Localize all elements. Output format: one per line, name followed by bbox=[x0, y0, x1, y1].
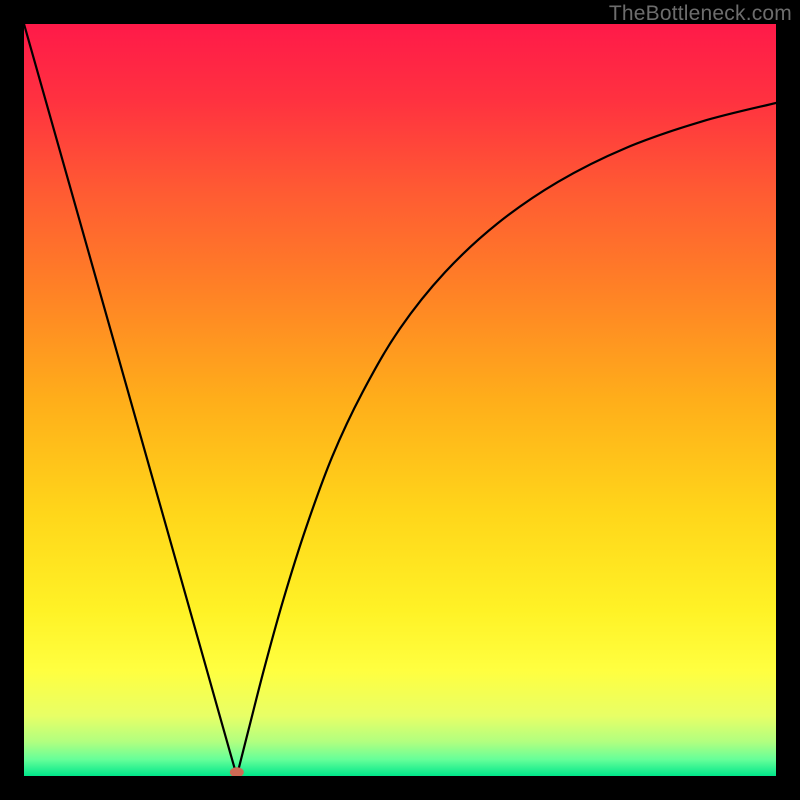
watermark-text: TheBottleneck.com bbox=[609, 2, 792, 26]
chart-frame bbox=[24, 24, 776, 776]
gradient-background bbox=[24, 24, 776, 776]
bottleneck-chart bbox=[24, 24, 776, 776]
